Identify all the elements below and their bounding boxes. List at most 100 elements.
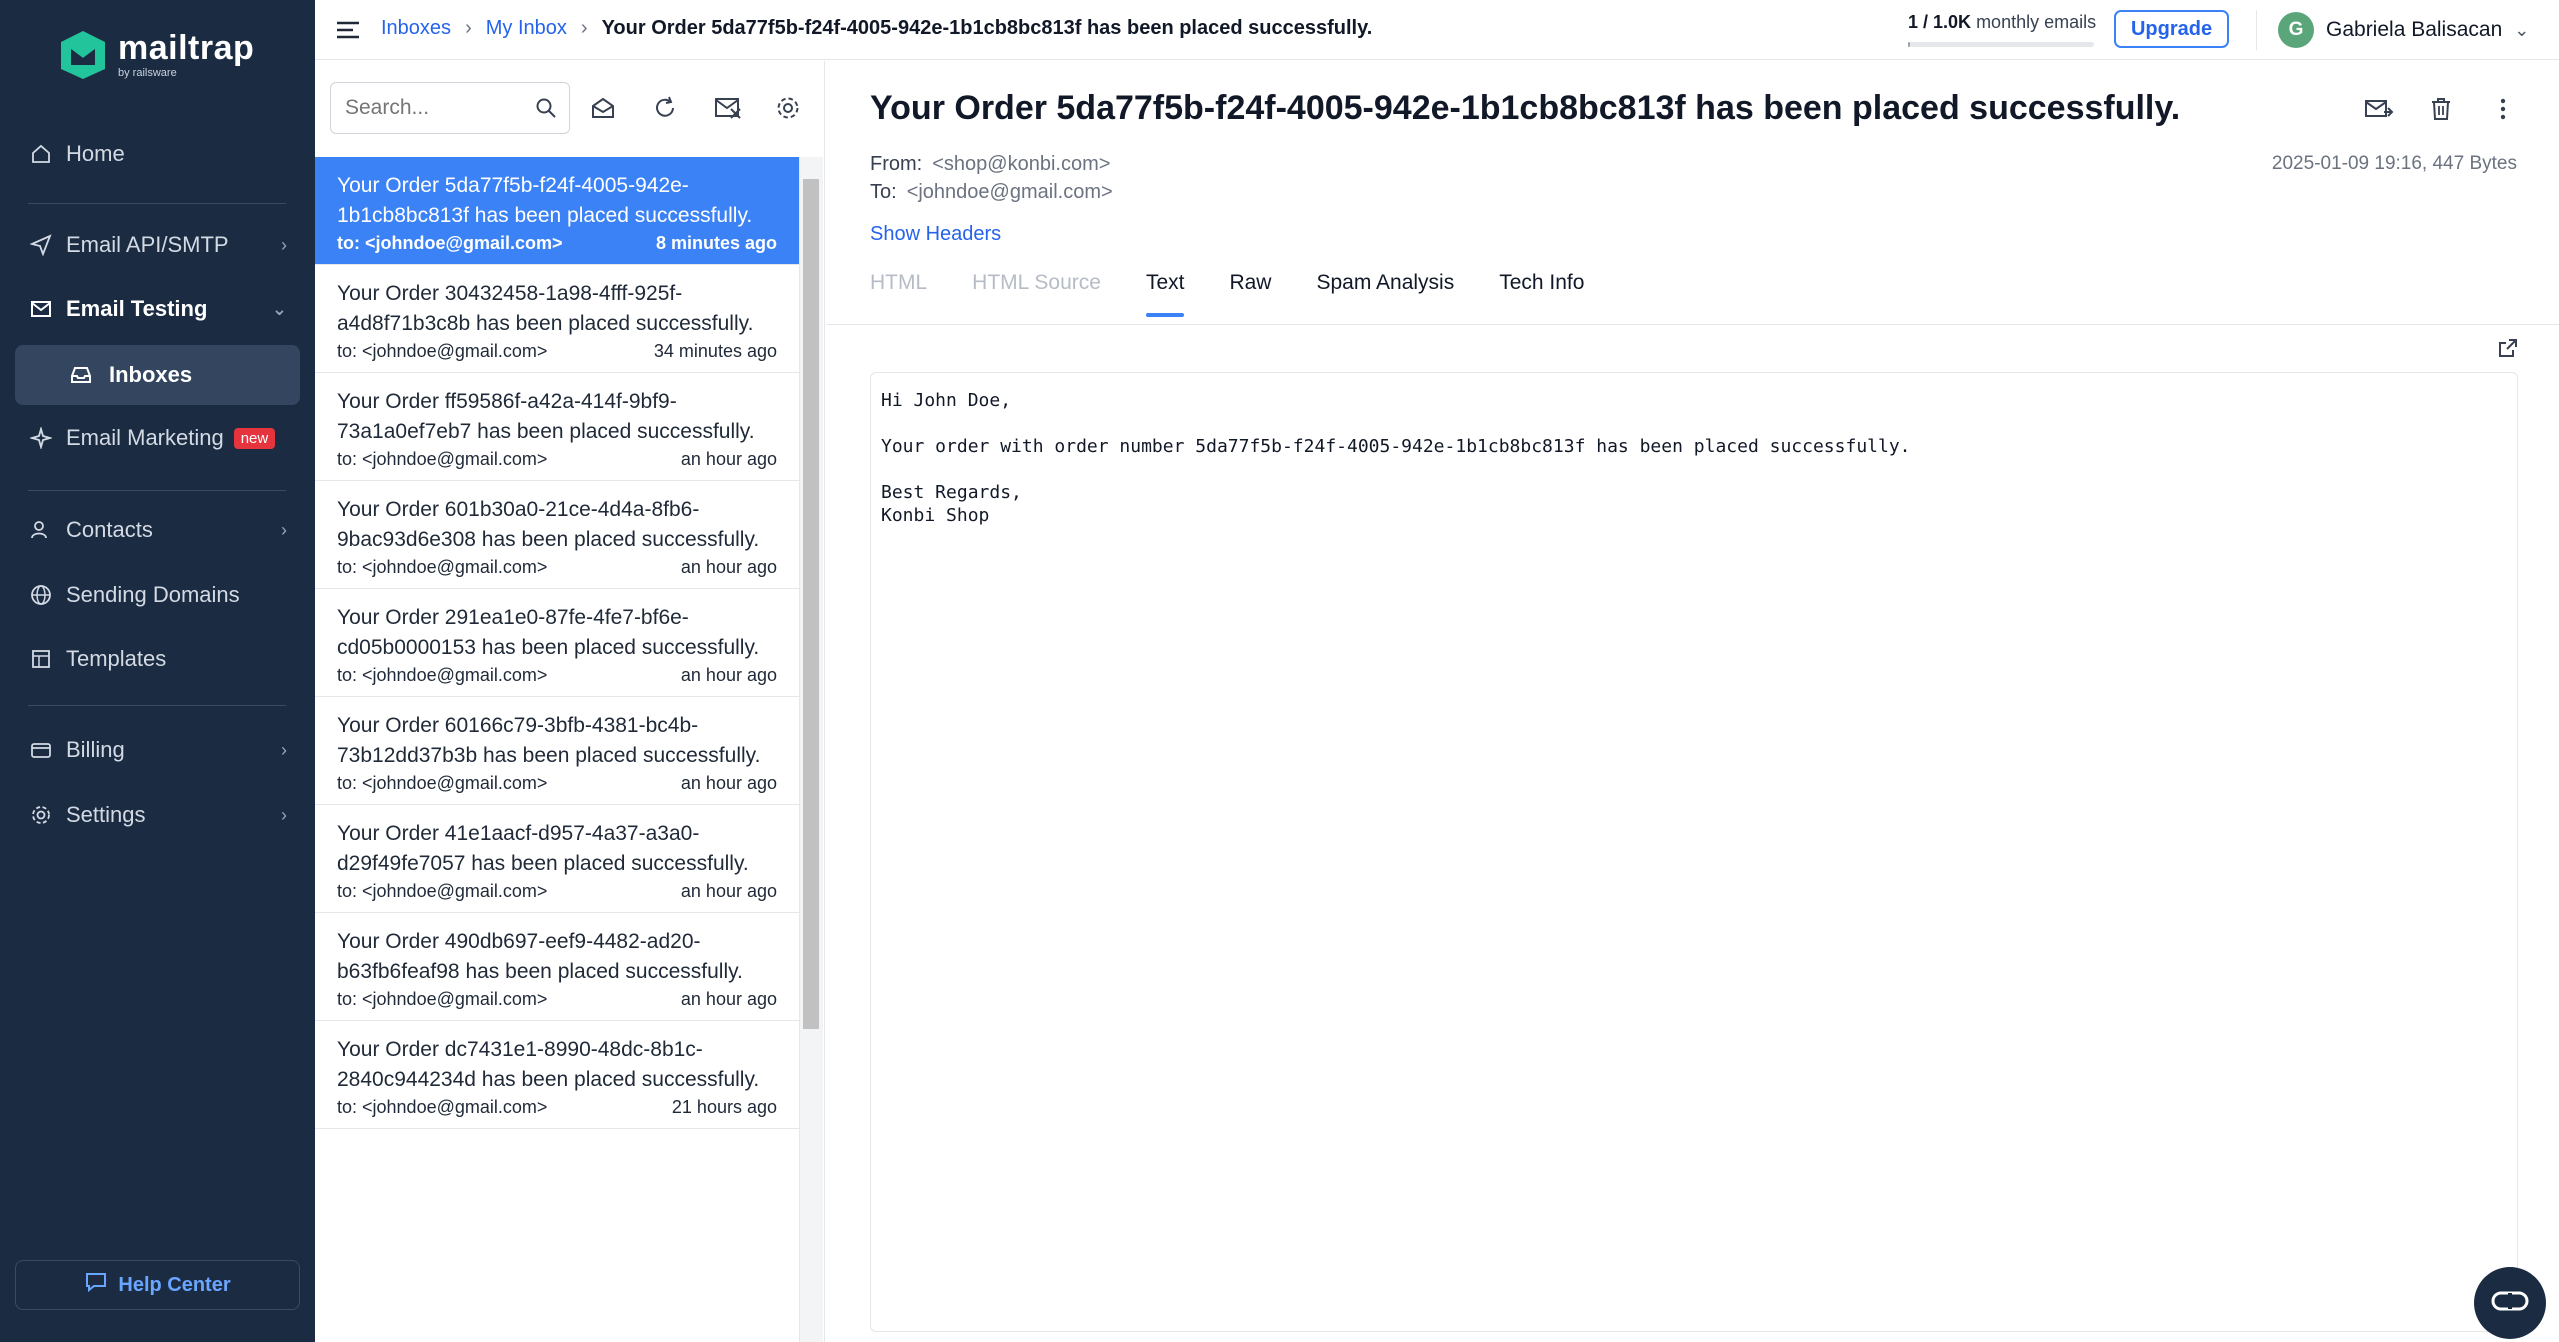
trash-icon[interactable] [2425, 93, 2457, 125]
email-recipient: to: <johndoe@gmail.com> [337, 557, 548, 577]
help-center-button[interactable]: Help Center [15, 1260, 300, 1310]
chevron-right-icon: › [281, 519, 287, 540]
from-label: From: [870, 153, 923, 175]
sidebar-item-templates[interactable]: Templates [0, 634, 315, 684]
sidebar-item-settings[interactable]: Settings › [0, 790, 315, 840]
settings-icon[interactable] [771, 91, 805, 125]
menu-icon[interactable] [335, 18, 361, 42]
message-tabs: HTML HTML Source Text Raw Spam Analysis Tech … [870, 267, 1629, 317]
chat-widget-button[interactable] [2474, 1267, 2546, 1339]
email-recipient: to: <johndoe@gmail.com> [337, 341, 548, 361]
email-time: 8 minutes ago [655, 233, 777, 253]
sidebar-item-label: Home [66, 141, 125, 166]
mailtrap-logo[interactable]: mailtrap by railsware [58, 26, 254, 84]
scrollbar-thumb[interactable] [803, 179, 819, 1029]
contacts-icon [28, 517, 54, 543]
open-external-icon[interactable] [2497, 337, 2519, 364]
forward-email-icon[interactable] [2363, 93, 2395, 125]
message-title: Your Order 5da77f5b-f24f-4005-942e-1b1cb… [870, 89, 2181, 127]
email-time: an hour ago [680, 989, 777, 1009]
email-subject: Your Order 291ea1e0-87fe-4fe7-bf6e-cd05b… [337, 606, 760, 659]
tab-raw[interactable]: Raw [1229, 267, 1271, 311]
email-subject: Your Order 5da77f5b-f24f-4005-942e-1b1cb… [337, 174, 753, 227]
tab-spam-analysis[interactable]: Spam Analysis [1316, 267, 1454, 311]
user-name: Gabriela Balisacan [2326, 18, 2503, 41]
breadcrumb-my-inbox[interactable]: My Inbox [486, 17, 567, 40]
email-subject: Your Order 490db697-eef9-4482-ad20-b63fb… [337, 930, 743, 983]
email-list-item[interactable]: Your Order 5da77f5b-f24f-4005-942e-1b1cb… [315, 157, 799, 265]
brand-name: mailtrap [118, 29, 255, 67]
send-icon [28, 232, 54, 258]
quota-text: 1 / 1.0K monthly emails [1908, 12, 2096, 33]
email-meta: to: <johndoe@gmail.com> an hour ago [337, 449, 777, 470]
tab-html-source[interactable]: HTML Source [972, 267, 1101, 311]
tab-tech-info[interactable]: Tech Info [1499, 267, 1584, 311]
email-time: an hour ago [680, 881, 777, 901]
envelope-check-icon [28, 296, 54, 322]
chevron-right-icon: › [281, 234, 287, 255]
breadcrumb-inboxes[interactable]: Inboxes [381, 17, 451, 40]
sidebar-item-billing[interactable]: Billing › [0, 725, 315, 775]
to-row: To: <johndoe@gmail.com> [870, 181, 1113, 204]
email-list-item[interactable]: Your Order 30432458-1a98-4fff-925f-a4d8f… [315, 265, 799, 373]
tab-text[interactable]: Text [1145, 267, 1184, 317]
chevron-right-icon: › [281, 739, 287, 760]
tab-html[interactable]: HTML [870, 267, 927, 311]
sidebar-item-email-api[interactable]: Email API/SMTP › [0, 220, 315, 270]
upgrade-button[interactable]: Upgrade [2114, 10, 2229, 48]
email-list-item[interactable]: Your Order 60166c79-3bfb-4381-bc4b-73b12… [315, 697, 799, 805]
email-list-item[interactable]: Your Order 41e1aacf-d957-4a37-a3a0-d29f4… [315, 805, 799, 913]
email-meta: to: <johndoe@gmail.com> 34 minutes ago [337, 341, 777, 362]
email-list-item[interactable]: Your Order 601b30a0-21ce-4d4a-8fb6-9bac9… [315, 481, 799, 589]
search-box[interactable] [330, 82, 570, 134]
email-meta: to: <johndoe@gmail.com> an hour ago [337, 989, 777, 1010]
sidebar-item-home[interactable]: Home [0, 129, 315, 179]
sidebar-item-contacts[interactable]: Contacts › [0, 505, 315, 555]
sidebar-item-inboxes[interactable]: Inboxes [15, 345, 300, 405]
chevron-down-icon: ⌄ [271, 298, 287, 319]
message-date-size: 2025-01-09 19:16, 447 Bytes [2271, 153, 2517, 174]
refresh-icon[interactable] [648, 91, 682, 125]
clear-inbox-icon[interactable] [711, 91, 745, 125]
sidebar-item-label: Email Testing [66, 296, 208, 321]
quota-progress [1908, 42, 2094, 47]
sidebar-item-email-testing[interactable]: Email Testing ⌄ [0, 284, 315, 334]
email-recipient: to: <johndoe@gmail.com> [337, 989, 548, 1009]
divider [2256, 10, 2257, 50]
sidebar-item-email-marketing[interactable]: Email Marketing new [0, 413, 315, 463]
email-subject: Your Order ff59586f-a42a-414f-9bf9-73a1a… [337, 390, 755, 443]
sparkle-icon [28, 425, 54, 451]
user-menu[interactable]: G Gabriela Balisacan ⌄ [2278, 12, 2529, 48]
avatar: G [2278, 12, 2314, 48]
email-list-item[interactable]: Your Order 490db697-eef9-4482-ad20-b63fb… [315, 913, 799, 1021]
quota-used: 1 / 1.0K [1908, 12, 1972, 32]
mailtrap-logo-icon [61, 31, 105, 79]
sidebar-item-label: Sending Domains [66, 582, 240, 607]
sidebar-item-label: Templates [66, 646, 167, 671]
email-recipient: to: <johndoe@gmail.com> [337, 665, 548, 685]
inbox-icon [69, 363, 93, 393]
brand-sub: by railsware [118, 67, 177, 79]
show-headers-link[interactable]: Show Headers [870, 223, 1001, 246]
email-list-item[interactable]: Your Order 291ea1e0-87fe-4fe7-bf6e-cd05b… [315, 589, 799, 697]
sidebar-item-sending-domains[interactable]: Sending Domains [0, 570, 315, 620]
chat-bubble-icon [84, 1271, 108, 1299]
email-subject: Your Order dc7431e1-8990-48dc-8b1c-2840c… [337, 1038, 760, 1091]
email-time: an hour ago [680, 665, 777, 685]
more-options-icon[interactable] [2487, 93, 2519, 125]
email-recipient: to: <johndoe@gmail.com> [337, 449, 548, 469]
mark-read-icon[interactable] [586, 91, 620, 125]
credit-card-icon [28, 737, 54, 763]
search-input[interactable] [345, 96, 525, 120]
email-list-item[interactable]: Your Order ff59586f-a42a-414f-9bf9-73a1a… [315, 373, 799, 481]
breadcrumb-separator: › [580, 17, 588, 39]
email-subject: Your Order 60166c79-3bfb-4381-bc4b-73b12… [337, 714, 761, 767]
email-recipient: to: <johndoe@gmail.com> [337, 881, 548, 901]
top-bar: Inboxes › My Inbox › Your Order 5da77f5b… [315, 0, 2559, 60]
template-icon [28, 646, 54, 672]
chat-icon [2490, 1289, 2530, 1318]
search-icon[interactable] [535, 97, 557, 125]
home-icon [28, 141, 54, 167]
email-list-item[interactable]: Your Order dc7431e1-8990-48dc-8b1c-2840c… [315, 1021, 799, 1129]
email-recipient: to: <johndoe@gmail.com> [337, 773, 548, 793]
